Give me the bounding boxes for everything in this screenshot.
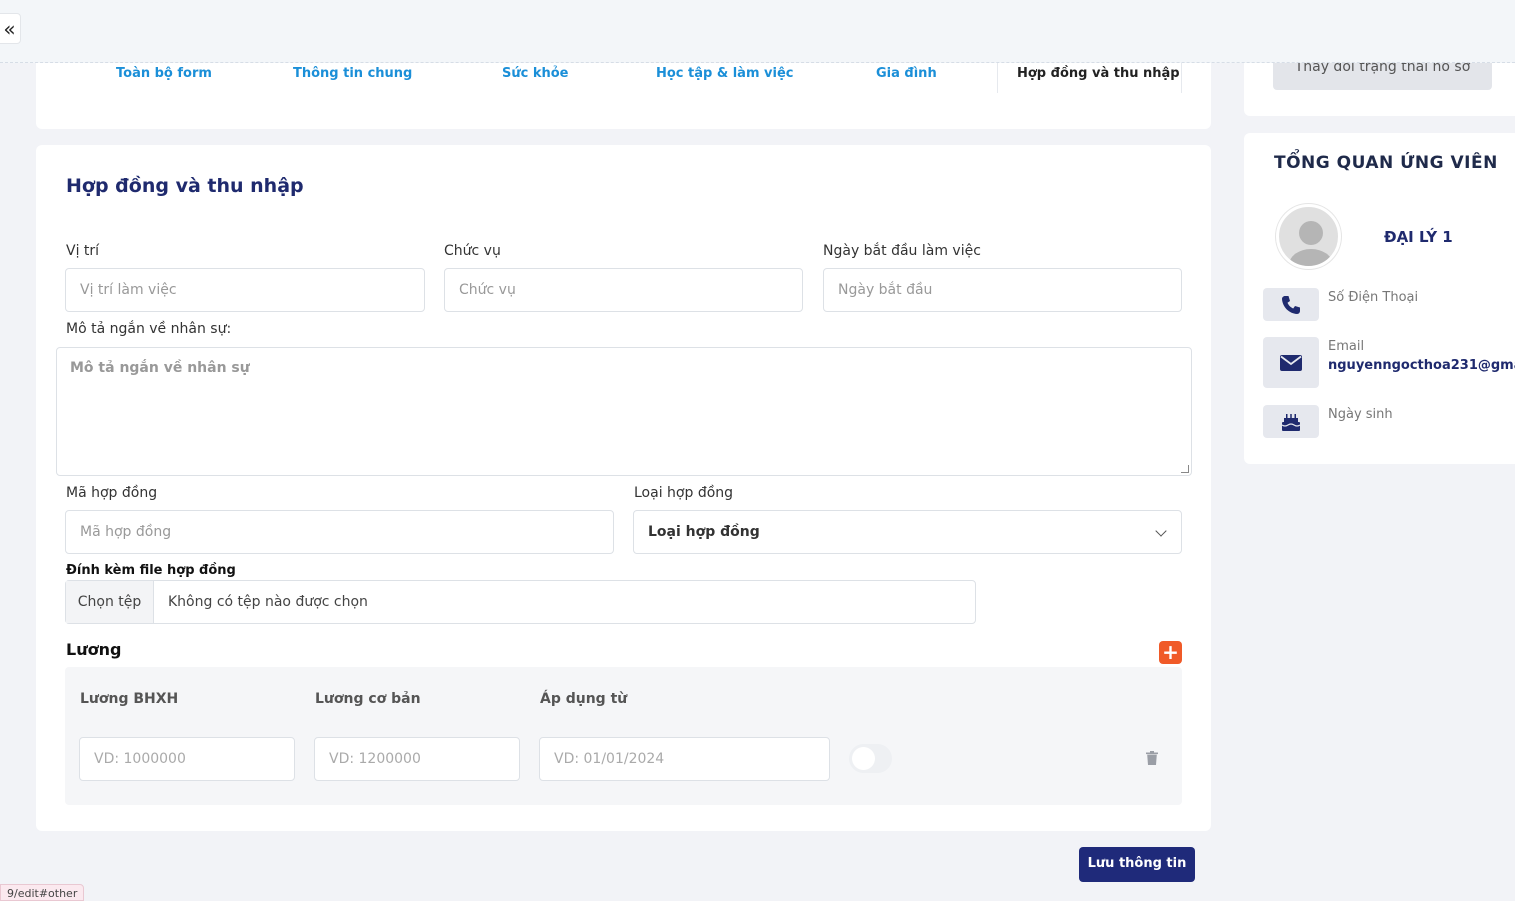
description-placeholder: Mô tả ngắn về nhân sự (70, 360, 250, 376)
email-label: Email (1328, 339, 1365, 354)
email-icon (1263, 337, 1319, 388)
birthday-cake-icon (1263, 405, 1319, 438)
attachment-file-input[interactable]: Chọn tệp Không có tệp nào được chọn (65, 580, 976, 624)
contract-code-input[interactable]: Mã hợp đồng (65, 510, 614, 554)
start-date-input[interactable]: Ngày bắt đầu (823, 268, 1182, 312)
description-label: Mô tả ngắn về nhân sự: (66, 321, 232, 337)
base-salary-label: Lương cơ bản (315, 691, 421, 707)
section-title: Hợp đồng và thu nhập (66, 175, 304, 197)
email-value: nguyenngocthoa231@gmail.com (1328, 358, 1515, 373)
add-salary-button[interactable]: + (1159, 641, 1182, 664)
contract-type-select[interactable]: Loại hợp đồng (633, 510, 1182, 554)
position-input[interactable]: Vị trí làm việc (65, 268, 425, 312)
resize-handle-icon[interactable] (1181, 465, 1189, 473)
toggle-knob (852, 747, 875, 770)
base-salary-input[interactable]: VD: 1200000 (314, 737, 520, 781)
tab-education-work[interactable]: Học tập & làm việc (656, 66, 793, 81)
candidate-name: ĐẠI LÝ 1 (1384, 228, 1453, 246)
top-bar: « (0, 0, 1515, 63)
salary-title: Lương (66, 640, 122, 659)
birthday-label: Ngày sinh (1328, 407, 1393, 422)
title-label: Chức vụ (444, 243, 501, 259)
insurance-salary-input[interactable]: VD: 1000000 (79, 737, 295, 781)
choose-file-button[interactable]: Chọn tệp (66, 581, 154, 623)
phone-icon (1263, 288, 1319, 321)
collapse-sidebar-icon[interactable]: « (0, 13, 21, 44)
status-bar-url: 9/edit#other (0, 884, 85, 901)
trash-icon[interactable] (1146, 751, 1158, 765)
tab-family[interactable]: Gia đình (876, 66, 937, 81)
tab-health[interactable]: Sức khỏe (502, 66, 569, 81)
salary-panel (65, 667, 1182, 805)
contract-type-label: Loại hợp đồng (634, 485, 734, 501)
insurance-salary-label: Lương BHXH (80, 691, 179, 707)
file-name-text: Không có tệp nào được chọn (168, 594, 368, 610)
save-button[interactable]: Lưu thông tin (1079, 847, 1195, 882)
apply-date-input[interactable]: VD: 01/01/2024 (539, 737, 830, 781)
contract-code-label: Mã hợp đồng (66, 485, 158, 501)
chevron-down-icon (1155, 525, 1167, 537)
title-input[interactable]: Chức vụ (444, 268, 803, 312)
avatar (1276, 204, 1341, 269)
contract-type-value: Loại hợp đồng (648, 524, 760, 540)
salary-active-toggle[interactable] (849, 744, 892, 773)
start-date-label: Ngày bắt đầu làm việc (823, 243, 981, 259)
position-label: Vị trí (66, 243, 100, 259)
apply-from-label: Áp dụng từ (540, 691, 628, 707)
phone-label: Số Điện Thoại (1328, 290, 1419, 305)
tab-full-form[interactable]: Toàn bộ form (116, 66, 212, 81)
tab-contract-income[interactable]: Hợp đồng và thu nhập (1017, 66, 1180, 81)
overview-title: TỔNG QUAN ỨNG VIÊN (1274, 153, 1498, 173)
description-textarea[interactable]: Mô tả ngắn về nhân sự (56, 347, 1192, 476)
tab-general-info[interactable]: Thông tin chung (293, 66, 412, 81)
attachment-label: Đính kèm file hợp đồng (66, 563, 236, 578)
